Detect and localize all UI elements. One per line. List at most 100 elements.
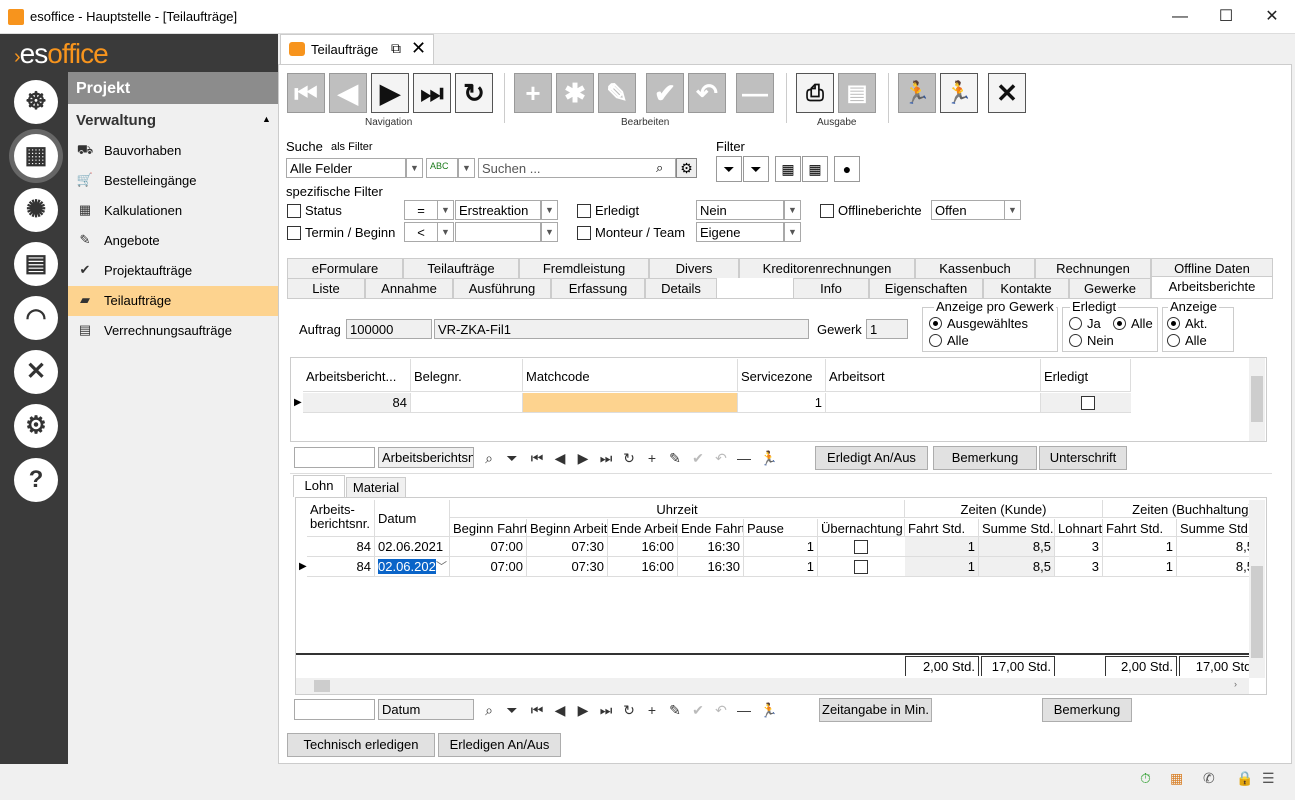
search-icon[interactable]: ⌕ [480,450,498,467]
print-button[interactable]: ⎙ [796,73,834,113]
radio-ausgewaehltes[interactable] [929,317,942,330]
cell-datum[interactable]: 02.06.2021 [375,537,450,556]
export-button[interactable]: ▤ [838,73,876,113]
grid1-search-field[interactable]: Arbeitsberichtsnr [378,447,474,468]
cell-nr[interactable]: 84 [303,393,411,412]
last-icon[interactable]: ⏭ [597,702,615,719]
nav-item-bauvorhaben[interactable]: ⛟ Bauvorhaben [68,136,278,166]
chevron-down-icon[interactable]: ▼ [784,200,801,220]
termin-op[interactable]: < [404,222,438,242]
gear-icon[interactable]: ⚙ [676,158,697,178]
cell-summe-std-2[interactable]: 8,5 [1177,537,1249,556]
wheel-icon[interactable]: ☸ [14,80,58,124]
delete-icon[interactable]: — [735,702,753,718]
erledigt-toggle-button[interactable]: Erledigt An/Aus [815,446,928,470]
close-tab-icon[interactable]: ✕ [411,38,426,59]
tab-teilauftraege[interactable]: Teilaufträge [403,258,519,278]
cell-fahrt-std-2[interactable]: 1 [1103,537,1177,556]
grid2-hscrollbar[interactable]: › [296,678,1249,694]
col-summe-std-2[interactable]: Summe Std. [1177,519,1249,536]
last-icon[interactable]: ⏭ [597,450,615,467]
cell-nr[interactable]: 84 [307,537,375,556]
search-icon[interactable]: ⌕ [480,702,498,719]
bemerkung-button[interactable]: Bemerkung [933,446,1037,470]
tab-lohn[interactable]: Lohn [293,475,345,497]
nav-item-bestelleingaenge[interactable]: 🛒 Bestelleingänge [68,166,278,196]
next-record-button[interactable]: ▶ [371,73,409,113]
cell-uebernachtung-checkbox[interactable] [854,540,868,554]
scroll-thumb[interactable] [1251,376,1263,422]
radio-alle-anzeige[interactable] [1167,334,1180,347]
grid2-search-field[interactable]: Datum [378,699,474,720]
project-icon[interactable]: ▦ [14,134,58,178]
col-datum[interactable]: Datum [375,500,450,536]
bemerkung-button-2[interactable]: Bemerkung [1042,698,1132,722]
copy-button[interactable]: ✱ [556,73,594,113]
delete-button[interactable]: — [736,73,774,113]
tab-gewerke[interactable]: Gewerke [1069,278,1151,298]
prev-icon[interactable]: ◀ [551,450,569,467]
col-arbeitsort[interactable]: Arbeitsort [826,359,1041,392]
cell-summe-std-2[interactable]: 8,5 [1177,557,1249,576]
termin-checkbox[interactable] [287,226,301,240]
prev-record-button[interactable]: ◀ [329,73,367,113]
tab-erfassung[interactable]: Erfassung [551,278,645,298]
maximize-icon[interactable]: ☐ [1203,0,1249,34]
help-icon[interactable]: ? [14,458,58,502]
run-icon[interactable]: 🏃 [760,450,778,467]
col-nr[interactable]: Arbeits-berichtsnr. [307,500,375,536]
erledigen-toggle-button[interactable]: Erledigen An/Aus [438,733,561,757]
search-icon[interactable]: ⌕ [656,160,663,176]
nav-item-teilauftraege[interactable]: ▰ Teilaufträge [68,286,278,316]
cell-nr[interactable]: 84 [307,557,375,576]
col-beginn-arbeit[interactable]: Beginn Arbeit [527,519,608,536]
tab-eformulare[interactable]: eFormulare [287,258,403,278]
add-button[interactable]: + [514,73,552,113]
cell-pause[interactable]: 1 [744,557,818,576]
cell-beginn-fahrt[interactable]: 07:00 [450,557,527,576]
radio-ja[interactable] [1069,317,1082,330]
cell-pause[interactable]: 1 [744,537,818,556]
headset-icon[interactable]: ◠ [14,296,58,340]
table-row[interactable]: 84 02.06.202 ﹀ 07:00 07:30 16:00 16:30 1 … [307,557,1249,577]
scroll-thumb[interactable] [314,680,330,692]
search-input[interactable]: Suchen ... [478,158,676,178]
person-icon[interactable]: ● [834,156,860,182]
last-record-button[interactable]: ⏭ [413,73,451,113]
technisch-erledigen-button[interactable]: Technisch erledigen [287,733,435,757]
nav-section[interactable]: Verwaltung [76,112,156,129]
col-fahrt-std[interactable]: Fahrt Std. [905,519,979,536]
tab-rechnungen[interactable]: Rechnungen [1035,258,1151,278]
tab-ausfuehrung[interactable]: Ausführung [453,278,551,298]
edit-button[interactable]: ✎ [598,73,636,113]
add-icon[interactable]: + [643,702,661,718]
tab-kassenbuch[interactable]: Kassenbuch [915,258,1035,278]
grid2-vscrollbar[interactable] [1249,500,1265,678]
cell-beginn-arbeit[interactable]: 07:30 [527,537,608,556]
monteur-select[interactable]: Eigene [696,222,784,242]
add-icon[interactable]: + [643,450,661,466]
cell-fahrt-std-2[interactable]: 1 [1103,557,1177,576]
col-uebernachtung[interactable]: Übernachtung [818,519,905,536]
collapse-icon[interactable]: ▲ [262,114,271,124]
status-op[interactable]: = [404,200,438,220]
col-ende-fahrt[interactable]: Ende Fahrt [678,519,744,536]
edit-icon[interactable]: ✎ [666,702,684,719]
next-icon[interactable]: ▶ [574,702,592,719]
erledigt-checkbox[interactable] [577,204,591,218]
filter-building-icon[interactable]: ▦ [775,156,801,182]
grid1-search-input[interactable] [294,447,375,468]
cell-erledigt-checkbox[interactable] [1081,396,1095,410]
chevron-down-icon[interactable]: ▼ [541,222,558,242]
next-icon[interactable]: ▶ [574,450,592,467]
cell-lohnart[interactable]: 3 [1055,557,1103,576]
cell-ende-fahrt[interactable]: 16:30 [678,557,744,576]
tab-liste[interactable]: Liste [287,278,365,298]
col-belegnr[interactable]: Belegnr. [411,359,523,392]
lock-icon[interactable]: 🔒 [1236,770,1253,787]
table-row[interactable]: 84 02.06.2021 07:00 07:30 16:00 16:30 1 … [307,537,1249,557]
col-erledigt[interactable]: Erledigt [1041,359,1131,392]
grid2-search-input[interactable] [294,699,375,720]
cell-beginn-arbeit[interactable]: 07:30 [527,557,608,576]
first-icon[interactable]: ⏮ [528,450,546,467]
